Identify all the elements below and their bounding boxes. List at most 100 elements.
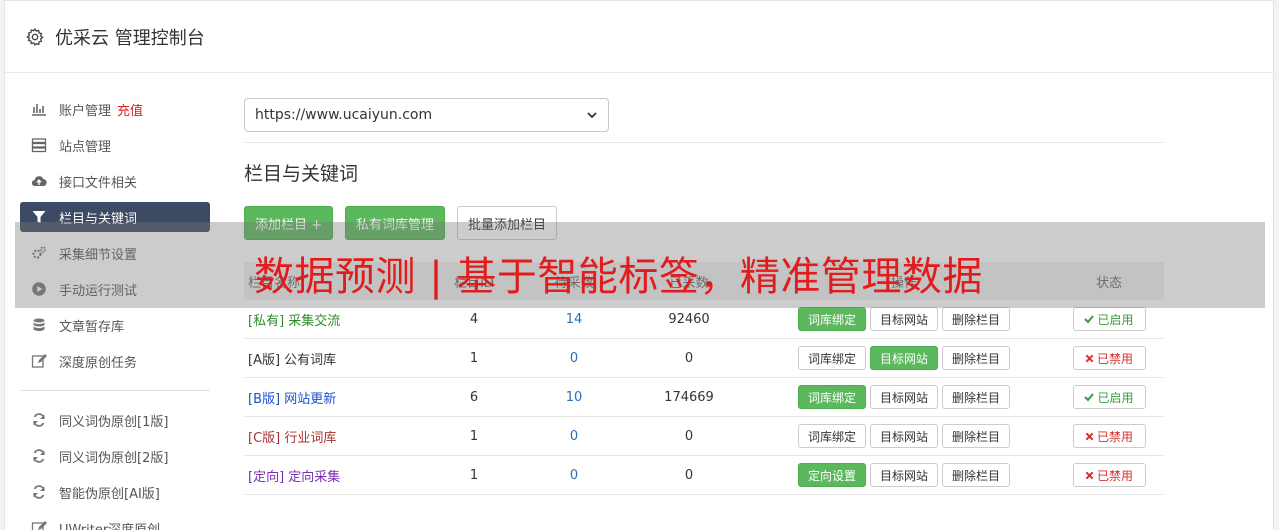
check-icon	[1084, 315, 1095, 324]
row-actions: 定向设置 目标网站 删除栏目	[754, 463, 1054, 487]
delete-column-button[interactable]: 删除栏目	[942, 307, 1011, 331]
bind-library-button[interactable]: 词库绑定	[797, 385, 866, 409]
delete-column-button[interactable]: 删除栏目	[942, 463, 1011, 487]
page-title: 优采云 管理控制台	[55, 27, 205, 49]
edit-icon	[31, 520, 47, 530]
target-site-button[interactable]: 目标网站	[869, 346, 938, 370]
bind-library-button[interactable]: 词库绑定	[797, 307, 866, 331]
delete-column-button[interactable]: 删除栏目	[942, 385, 1011, 409]
check-icon	[1084, 393, 1095, 402]
status-cell: 已启用	[1054, 385, 1164, 409]
sidebar-item-items-0[interactable]: 账户管理 充值	[20, 94, 210, 124]
collected-count: 0	[684, 350, 694, 366]
sidebar-item-label: 深度原创任务	[59, 355, 138, 371]
column-name[interactable]: [B版] 网站更新	[244, 388, 424, 407]
row-actions: 词库绑定 目标网站 删除栏目	[754, 385, 1054, 409]
target-site-button[interactable]: 目标网站	[869, 385, 938, 409]
sidebar-item-label: 接口文件相关	[59, 175, 138, 191]
status-label: 已禁用	[1096, 351, 1133, 366]
column-id: 1	[469, 467, 479, 483]
bind-library-button[interactable]: 词库绑定	[797, 346, 866, 370]
sidebar-item-label: 账户管理	[59, 103, 112, 119]
bind-library-button[interactable]: 词库绑定	[797, 424, 866, 448]
delete-column-button[interactable]: 删除栏目	[942, 424, 1011, 448]
sidebar-item-label: UWriter深度原创	[59, 522, 161, 530]
refresh-icon	[31, 448, 47, 464]
column-id: 1	[469, 428, 479, 444]
target-site-button[interactable]: 目标网站	[869, 307, 938, 331]
collected-count: 0	[684, 467, 694, 483]
header: 优采云 管理控制台	[5, 1, 1273, 73]
database-icon	[31, 317, 47, 333]
close-icon	[1085, 354, 1094, 362]
collected-count: 92460	[668, 311, 710, 327]
status-toggle[interactable]: 已禁用	[1072, 346, 1146, 370]
bind-library-button[interactable]: 定向设置	[797, 463, 866, 487]
status-label: 已启用	[1097, 312, 1134, 327]
status-label: 已启用	[1097, 390, 1134, 405]
sidebar-item-items-6[interactable]: 文章暂存库	[20, 310, 210, 340]
status-toggle[interactable]: 已禁用	[1072, 463, 1146, 487]
table-row: [B版] 网站更新 6 10 174669 词库绑定 目标网站 删除栏目 已启用	[244, 378, 1164, 417]
sidebar-item-items2-0[interactable]: 同义词伪原创[1版]	[20, 405, 210, 435]
sidebar-item-label: 同义词伪原创[2版]	[59, 450, 169, 466]
sidebar-item-label: 站点管理	[59, 139, 112, 155]
target-site-button[interactable]: 目标网站	[869, 463, 938, 487]
column-name[interactable]: [私有] 采集交流	[244, 310, 424, 329]
column-id: 6	[469, 389, 479, 405]
sidebar-divider	[20, 390, 210, 391]
pending-count[interactable]: 14	[524, 312, 624, 327]
section-title: 栏目与关键词	[244, 163, 359, 185]
delete-column-button[interactable]: 删除栏目	[942, 346, 1011, 370]
sidebar-item-items2-2[interactable]: 智能伪原创[AI版]	[20, 477, 210, 507]
close-icon	[1085, 471, 1094, 479]
sidebar-item-items2-3[interactable]: UWriter深度原创	[20, 513, 210, 530]
pending-count[interactable]: 0	[524, 351, 624, 366]
target-site-button[interactable]: 目标网站	[869, 424, 938, 448]
table-row: [定向] 定向采集 1 0 0 定向设置 目标网站 删除栏目 已禁用	[244, 456, 1164, 495]
column-name[interactable]: [A版] 公有词库	[244, 349, 424, 368]
table-body: [私有] 采集交流 4 14 92460 词库绑定 目标网站 删除栏目 已启用 [A版] 公有词…	[244, 300, 1164, 495]
overlay-text: 数据预测 | 基于智能标签，精准管理数据	[254, 254, 983, 300]
sidebar: 账户管理 充值 站点管理 接口文件相关 栏目与关键词 采集细节设置 手动运行测试 文章暂存库深…	[20, 94, 210, 530]
sidebar-item-items2-1[interactable]: 同义词伪原创[2版]	[20, 441, 210, 471]
pending-count[interactable]: 10	[524, 390, 624, 405]
sidebar-item-items-2[interactable]: 接口文件相关	[20, 166, 210, 196]
pending-count[interactable]: 0	[524, 468, 624, 483]
server-icon	[31, 137, 47, 153]
status-cell: 已禁用	[1054, 424, 1164, 448]
cloud-upload-icon	[31, 173, 47, 189]
row-actions: 词库绑定 目标网站 删除栏目	[754, 424, 1054, 448]
status-cell: 已禁用	[1054, 463, 1164, 487]
close-icon	[1085, 432, 1094, 440]
column-id: 4	[469, 311, 479, 327]
status-label: 已禁用	[1096, 468, 1133, 483]
sidebar-item-label: 智能伪原创[AI版]	[59, 486, 160, 502]
status-toggle[interactable]: 已禁用	[1072, 424, 1146, 448]
status-toggle[interactable]: 已启用	[1072, 385, 1146, 409]
refresh-icon	[31, 412, 47, 428]
refresh-icon	[31, 484, 47, 500]
table-row: [A版] 公有词库 1 0 0 词库绑定 目标网站 删除栏目 已禁用	[244, 339, 1164, 378]
sidebar-item-items-1[interactable]: 站点管理	[20, 130, 210, 160]
status-toggle[interactable]: 已启用	[1072, 307, 1146, 331]
edit-icon	[31, 353, 47, 369]
column-name[interactable]: [C版] 行业词库	[244, 427, 424, 446]
divider	[244, 142, 1164, 143]
status-cell: 已启用	[1054, 307, 1164, 331]
sidebar-item-label: 同义词伪原创[1版]	[59, 414, 169, 430]
row-actions: 词库绑定 目标网站 删除栏目	[754, 346, 1054, 370]
pending-count[interactable]: 0	[524, 429, 624, 444]
bar-chart-icon	[31, 101, 47, 117]
collected-count: 174669	[664, 389, 714, 405]
site-select[interactable]: https://www.ucaiyun.com	[244, 98, 609, 132]
collected-count: 0	[684, 428, 694, 444]
chevron-down-icon	[587, 112, 597, 119]
gear-icon	[26, 27, 44, 46]
recharge-link[interactable]: 充值	[117, 100, 143, 119]
column-name[interactable]: [定向] 定向采集	[244, 466, 424, 485]
column-id: 1	[469, 350, 479, 366]
status-label: 已禁用	[1096, 429, 1133, 444]
sidebar-item-items-7[interactable]: 深度原创任务	[20, 346, 210, 376]
status-cell: 已禁用	[1054, 346, 1164, 370]
